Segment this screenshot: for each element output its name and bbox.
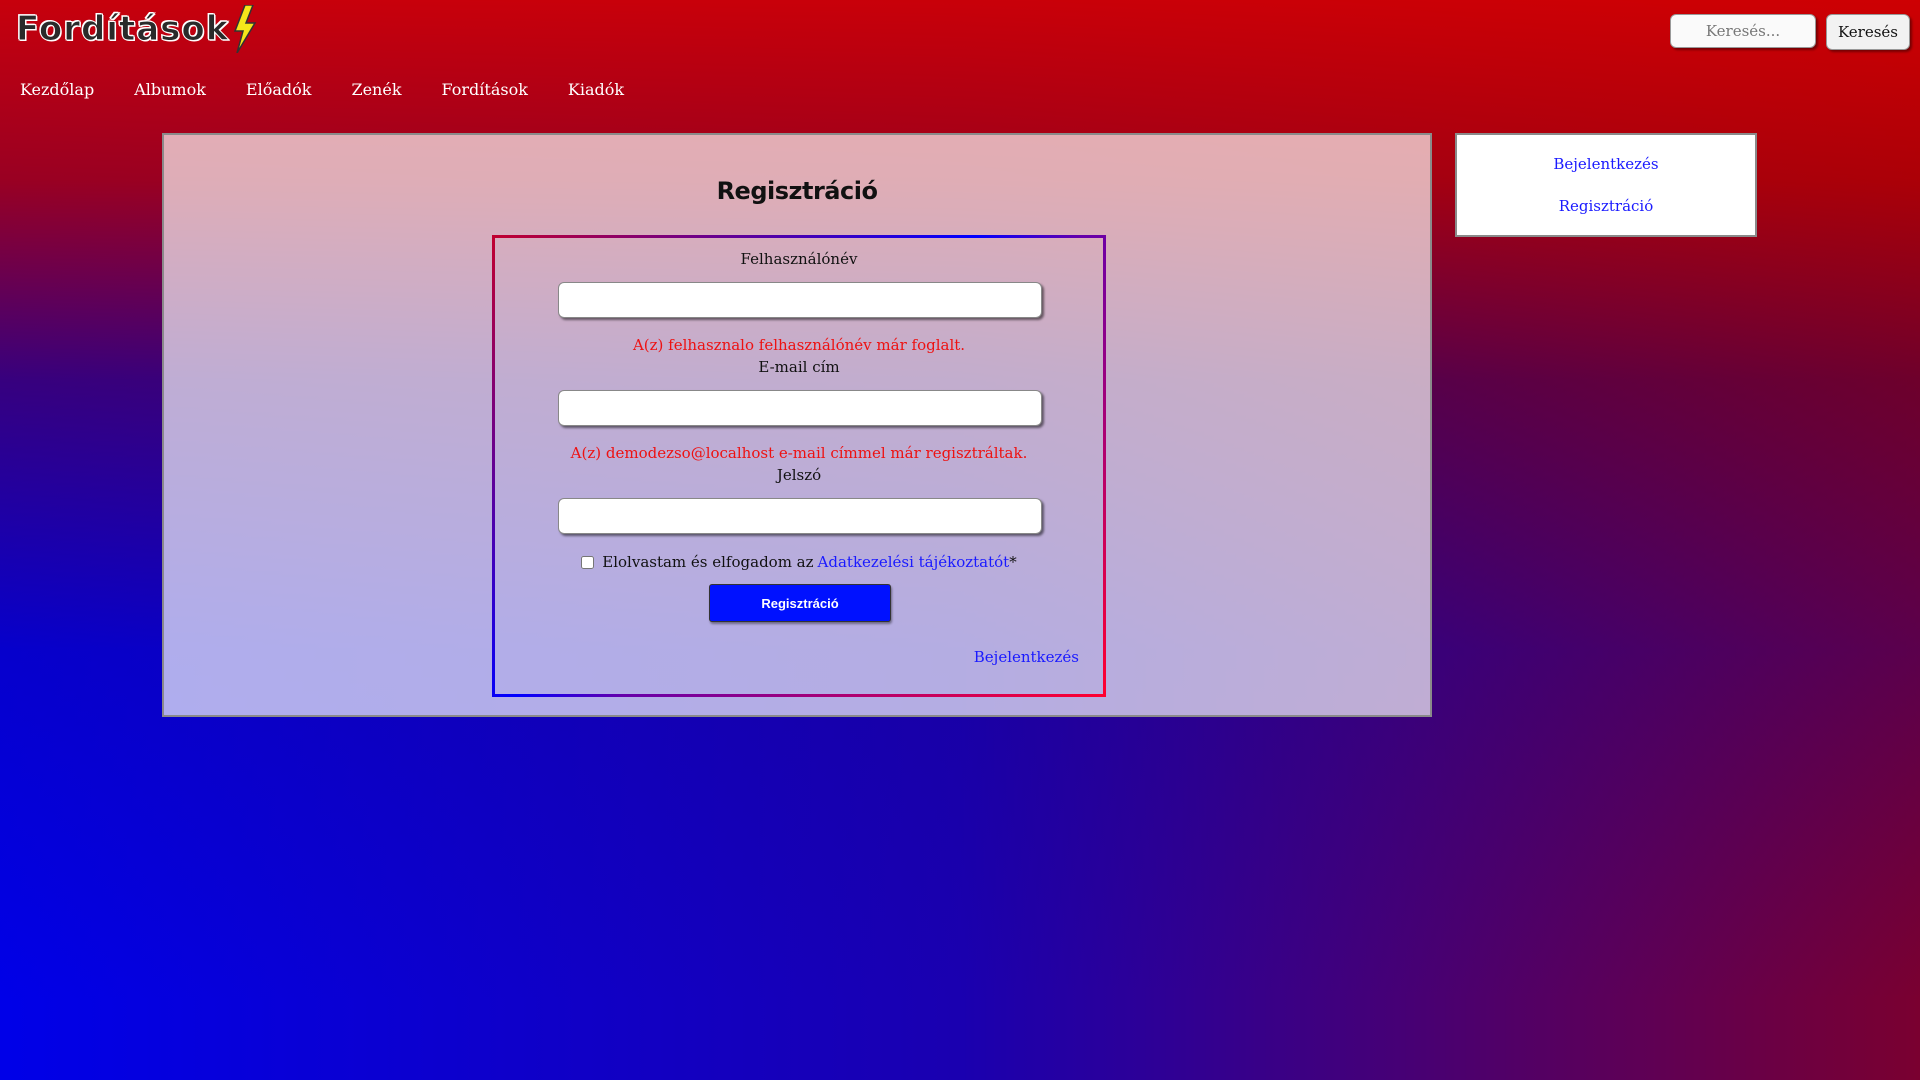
consent-text: Elolvastam és elfogadom az	[602, 553, 814, 571]
username-label: Felhasználónév	[740, 250, 858, 268]
nav-item-songs[interactable]: Zenék	[351, 80, 401, 99]
main-content-panel: Regisztráció Felhasználónév A(z) felhasz…	[162, 133, 1432, 717]
sidebar-panel: Bejelentkezés Regisztráció	[1455, 133, 1757, 237]
nav-item-artists[interactable]: Előadók	[246, 80, 312, 99]
lightning-bolt-icon	[234, 5, 257, 53]
password-label: Jelszó	[776, 466, 822, 484]
privacy-policy-link[interactable]: Adatkezelési tájékoztatót	[818, 553, 1010, 571]
form-login-link[interactable]: Bejelentkezés	[974, 648, 1079, 666]
sidebar-register-link[interactable]: Regisztráció	[1457, 197, 1755, 215]
main-nav: Kezdőlap Albumok Előadók Zenék Fordításo…	[20, 80, 664, 99]
sidebar-login-link[interactable]: Bejelentkezés	[1457, 155, 1755, 173]
nav-item-translations[interactable]: Fordítások	[442, 80, 528, 99]
password-field[interactable]	[558, 498, 1042, 534]
register-button[interactable]: Regisztráció	[709, 584, 891, 622]
nav-item-home[interactable]: Kezdőlap	[20, 80, 94, 99]
username-error: A(z) felhasznalo felhasználónév már fogl…	[632, 336, 966, 354]
header-search: Keresés	[1670, 14, 1910, 50]
search-input[interactable]	[1670, 14, 1816, 48]
nav-item-albums[interactable]: Albumok	[134, 80, 206, 99]
site-logo[interactable]: Fordítások	[15, 4, 257, 54]
required-mark: *	[1009, 553, 1017, 571]
logo-text: Fordítások	[15, 9, 230, 50]
nav-item-publishers[interactable]: Kiadók	[568, 80, 624, 99]
email-error: A(z) demodezso@localhost e-mail címmel m…	[570, 444, 1028, 462]
registration-form: Felhasználónév A(z) felhasznalo felhaszn…	[492, 235, 1106, 697]
username-field[interactable]	[558, 282, 1042, 318]
search-button[interactable]: Keresés	[1826, 14, 1910, 50]
page-title: Regisztráció	[716, 177, 878, 205]
email-field[interactable]	[558, 390, 1042, 426]
consent-row: Elolvastam és elfogadom az Adatkezelési …	[495, 553, 1103, 571]
email-label: E-mail cím	[758, 358, 840, 376]
consent-checkbox[interactable]	[581, 555, 595, 569]
